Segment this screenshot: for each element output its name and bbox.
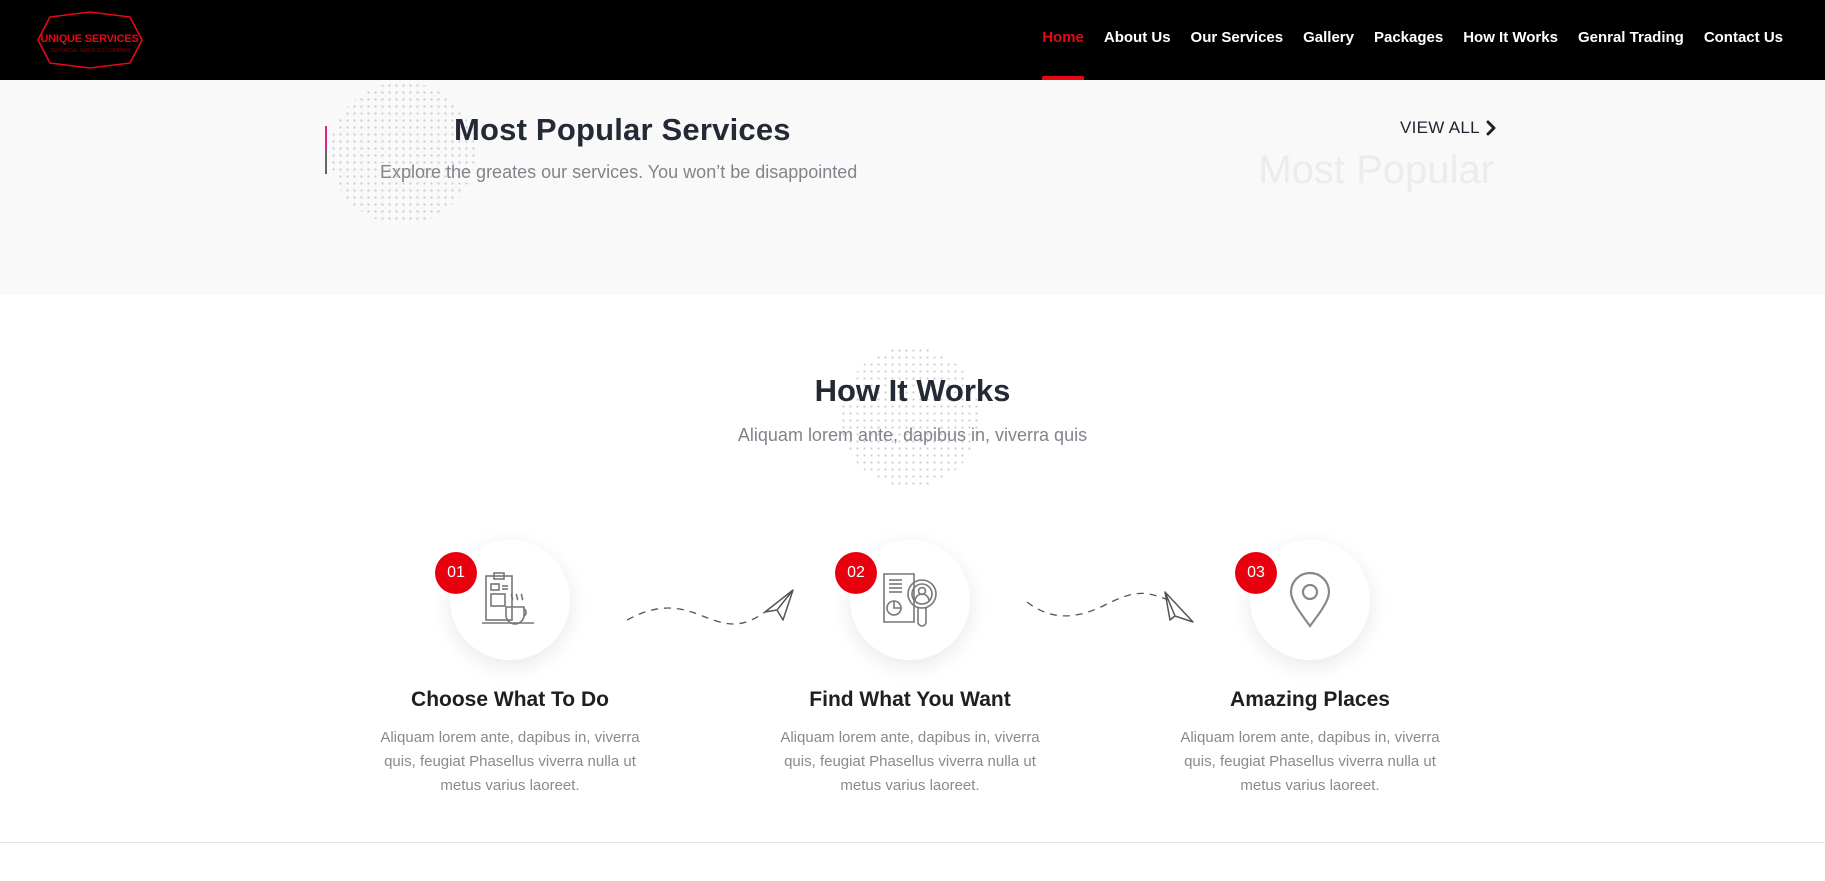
nav-item-genral-trading[interactable]: Genral Trading [1578,0,1684,80]
most-popular-section: Most Popular Services Explore the greate… [0,80,1825,295]
section-title: Most Popular Services [454,112,791,147]
nav-item-home[interactable]: Home [1042,0,1084,80]
nav-item-packages[interactable]: Packages [1374,0,1443,80]
step-description: Aliquam lorem ante, dapibus in, viverra … [1180,729,1440,794]
chevron-right-icon [1486,120,1496,136]
section-title: How It Works [814,373,1011,408]
section-subtitle: Explore the greates our services. You wo… [380,162,858,182]
clipboard-coffee-icon [482,572,534,625]
paper-plane-icon [626,589,794,625]
nav-item-about-us[interactable]: About Us [1104,0,1171,80]
map-pin-icon [1289,571,1331,628]
view-all-label: VIEW ALL [1400,118,1480,137]
nav-item-our-services[interactable]: Our Services [1191,0,1284,80]
section-divider [0,842,1825,843]
view-all-link[interactable]: VIEW ALL [1400,118,1497,138]
step-title: Find What You Want [809,688,1011,711]
paper-plane-icon [1026,591,1194,623]
main-nav: Home About Us Our Services Gallery Packa… [1042,0,1783,80]
logo-subtext: TECHNICAL SERVICES COMPANY [49,48,132,54]
step-description: Aliquam lorem ante, dapibus in, viverra … [380,729,640,794]
document-search-icon [883,573,937,627]
step-number-badge: 01 [435,552,477,594]
background-ghost-text: Most Popular [1258,148,1494,192]
step-number-badge: 02 [835,552,877,594]
step-number-badge: 03 [1235,552,1277,594]
nav-item-how-it-works[interactable]: How It Works [1463,0,1558,80]
step-title: Choose What To Do [411,688,609,711]
top-navbar: UNIQUE SERVICES TECHNICAL SERVICES COMPA… [0,0,1825,80]
dot-pattern-decoration [840,347,980,487]
title-accent-bar [325,126,327,174]
how-it-works-section: How It Works Aliquam lorem ante, dapibus… [0,295,1825,843]
section-subtitle: Aliquam lorem ante, dapibus in, viverra … [737,425,1088,445]
dot-pattern-decoration [330,82,475,224]
nav-item-gallery[interactable]: Gallery [1303,0,1354,80]
step-description: Aliquam lorem ante, dapibus in, viverra … [780,729,1040,794]
step-title: Amazing Places [1230,688,1390,711]
logo-text: UNIQUE SERVICES [40,33,139,45]
nav-item-contact-us[interactable]: Contact Us [1704,0,1783,80]
brand-logo[interactable]: UNIQUE SERVICES TECHNICAL SERVICES COMPA… [36,11,146,69]
